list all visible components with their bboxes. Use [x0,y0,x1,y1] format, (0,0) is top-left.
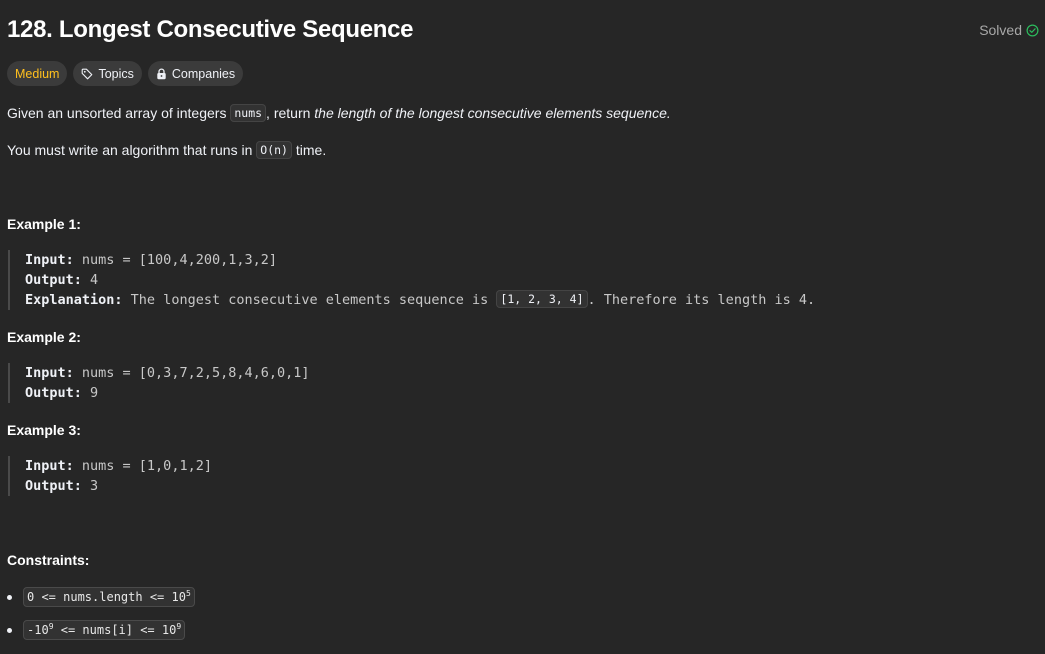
topics-button[interactable]: Topics [73,61,142,86]
input-value: nums = [0,3,7,2,5,8,4,6,0,1] [73,365,310,381]
input-value: nums = [1,0,1,2] [73,458,212,474]
description-paragraph-2: You must write an algorithm that runs in… [7,140,326,161]
desc-italic-text: the length of the longest consecutive el… [314,105,671,121]
example-2-block: Input: nums = [0,3,7,2,5,8,4,6,0,1] Outp… [8,363,309,403]
constraint-item-2: -109 <= nums[i] <= 109 [7,620,186,640]
topics-label: Topics [98,66,134,81]
example-input-line: Input: nums = [0,3,7,2,5,8,4,6,0,1] [25,363,309,383]
input-value: nums = [100,4,200,1,3,2] [73,252,277,268]
tag-icon [81,68,93,80]
example-output-line: Output: 3 [25,476,212,496]
constraint-text: <= nums[i] <= 10 [53,623,177,637]
solved-label: Solved [979,22,1022,38]
constraint-text: -10 [27,623,49,637]
bullet-icon [7,627,12,633]
output-value: 3 [81,478,99,494]
output-label: Output: [25,272,82,288]
constraint-text: 0 <= nums.length <= 10 [27,590,186,604]
example-3-heading: Example 3: [7,422,81,438]
constraint-code: -109 <= nums[i] <= 109 [23,620,186,640]
example-output-line: Output: 9 [25,383,309,403]
output-label: Output: [25,478,82,494]
companies-label: Companies [171,66,236,81]
difficulty-badge[interactable]: Medium [7,61,68,86]
example-3-block: Input: nums = [1,0,1,2] Output: 3 [8,456,212,496]
constraint-exponent: 9 [176,622,182,631]
check-circle-icon [1026,24,1039,37]
output-value: 4 [81,272,99,288]
example-explanation-line: Explanation: The longest consecutive ele… [25,290,815,310]
solved-status: Solved [979,22,1039,38]
input-label: Input: [25,252,74,268]
constraint-item-1: 0 <= nums.length <= 105 [7,587,195,607]
inline-code: O(n) [256,141,292,159]
example-1-block: Input: nums = [100,4,200,1,3,2] Output: … [8,250,815,310]
description-paragraph-1: Given an unsorted array of integers nums… [7,103,671,124]
desc-text: You must write an algorithm that runs in [7,142,257,158]
constraint-code: 0 <= nums.length <= 105 [23,587,195,607]
inline-code: nums [230,104,267,122]
constraint-exponent: 5 [185,589,191,598]
bullet-icon [7,594,12,600]
explanation-text: The longest consecutive elements sequenc… [122,292,497,308]
explanation-text: . Therefore its length is 4. [587,292,816,308]
problem-title[interactable]: 128. Longest Consecutive Sequence [7,16,414,44]
input-label: Input: [25,365,74,381]
input-label: Input: [25,458,74,474]
desc-text: , return [266,105,315,121]
explanation-label: Explanation: [25,292,123,308]
example-2-heading: Example 2: [7,329,81,345]
output-value: 9 [81,385,99,401]
output-label: Output: [25,385,82,401]
lock-icon [156,67,167,80]
example-output-line: Output: 4 [25,270,815,290]
difficulty-label: Medium [15,66,60,81]
companies-button[interactable]: Companies [147,61,244,86]
constraints-heading: Constraints: [7,552,90,568]
inline-code: [1, 2, 3, 4] [496,290,588,308]
title-row: 128. Longest Consecutive Sequence Solved [7,14,1039,48]
desc-text: time. [291,142,327,158]
example-input-line: Input: nums = [100,4,200,1,3,2] [25,250,815,270]
example-1-heading: Example 1: [7,216,81,232]
tag-row: Medium Topics Companies [7,61,244,86]
desc-text: Given an unsorted array of integers [7,105,231,121]
example-input-line: Input: nums = [1,0,1,2] [25,456,212,476]
